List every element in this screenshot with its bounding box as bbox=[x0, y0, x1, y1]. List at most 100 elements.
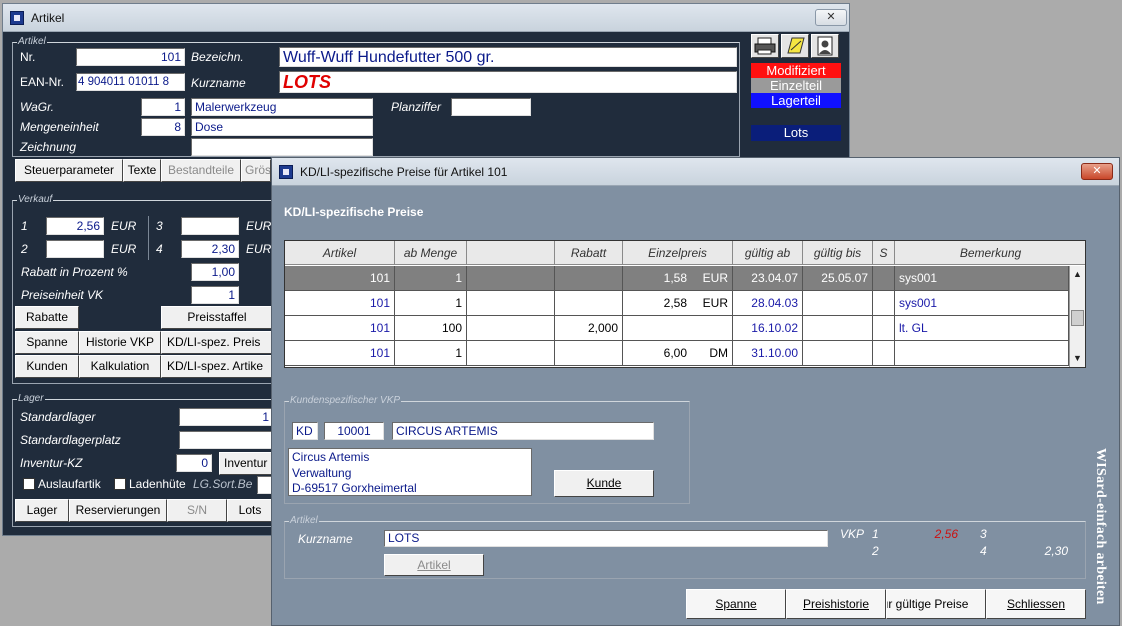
notepad-icon[interactable] bbox=[781, 34, 809, 58]
cell-waehrung[interactable] bbox=[691, 316, 733, 341]
vk1-field[interactable]: 2,56 bbox=[46, 217, 104, 235]
cell-bemerkung[interactable] bbox=[895, 341, 1069, 366]
lager-button[interactable]: Lager bbox=[15, 499, 69, 522]
cell-ab-menge[interactable]: 1 bbox=[395, 341, 467, 366]
standardlagerplatz-field[interactable] bbox=[179, 431, 273, 449]
cell-ab-menge[interactable]: 100 bbox=[395, 316, 467, 341]
cell-artikel[interactable]: 101 bbox=[285, 291, 395, 316]
col-header-rabatt[interactable]: Rabatt bbox=[555, 241, 623, 265]
cell-einzelpreis[interactable]: 2,58 bbox=[623, 291, 691, 316]
scroll-thumb[interactable] bbox=[1071, 310, 1084, 326]
cell-blank[interactable] bbox=[467, 291, 555, 316]
inventur-button[interactable]: Inventur bbox=[219, 452, 273, 475]
kd-type-field[interactable]: KD bbox=[292, 422, 318, 440]
cell-s[interactable] bbox=[873, 291, 895, 316]
cell-gueltig-bis[interactable] bbox=[803, 316, 873, 341]
scroll-up-icon[interactable]: ▲ bbox=[1070, 266, 1085, 282]
historie-vkp-button[interactable]: Historie VKP bbox=[79, 331, 161, 354]
auslaufartikel-checkbox[interactable] bbox=[23, 478, 35, 490]
vk4-field[interactable]: 2,30 bbox=[181, 240, 239, 258]
col-header-s[interactable]: S bbox=[873, 241, 895, 265]
vk3-field[interactable] bbox=[181, 217, 239, 235]
kunden-button-label: Kunden bbox=[26, 359, 68, 373]
cell-gueltig-bis[interactable] bbox=[803, 341, 873, 366]
kd-number-field[interactable]: 10001 bbox=[324, 422, 384, 440]
cell-bemerkung[interactable]: sys001 bbox=[895, 291, 1069, 316]
tab-groesse[interactable]: Grös bbox=[241, 159, 271, 182]
col-header-blank[interactable] bbox=[467, 241, 555, 265]
cell-s[interactable] bbox=[873, 341, 895, 366]
cell-rabatt[interactable] bbox=[555, 341, 623, 366]
mengeneinheit-field[interactable]: 8 bbox=[141, 118, 185, 136]
schliessen-button[interactable]: Schliessen bbox=[986, 589, 1086, 619]
cell-waehrung[interactable]: EUR bbox=[691, 291, 733, 316]
cell-waehrung[interactable]: DM bbox=[691, 341, 733, 366]
ladenhueter-checkbox[interactable] bbox=[114, 478, 126, 490]
reservierungen-button[interactable]: Reservierungen bbox=[69, 499, 167, 522]
cell-rabatt[interactable]: 2,000 bbox=[555, 316, 623, 341]
article-window-titlebar[interactable]: Artikel ✕ bbox=[3, 4, 849, 32]
cell-gueltig-ab[interactable]: 31.10.00 bbox=[733, 341, 803, 366]
cell-s[interactable] bbox=[873, 316, 895, 341]
cell-gueltig-bis[interactable] bbox=[803, 291, 873, 316]
rabatt-field[interactable]: 1,00 bbox=[191, 263, 239, 281]
kurzname-field[interactable]: LOTS bbox=[279, 71, 737, 93]
cell-gueltig-ab[interactable]: 16.10.02 bbox=[733, 316, 803, 341]
cell-rabatt[interactable] bbox=[555, 291, 623, 316]
cell-gueltig-ab[interactable]: 28.04.03 bbox=[733, 291, 803, 316]
kalkulation-button[interactable]: Kalkulation bbox=[79, 355, 161, 378]
scroll-down-icon[interactable]: ▼ bbox=[1070, 350, 1085, 366]
preishistorie-button[interactable]: Preishistorie bbox=[786, 589, 886, 619]
price-dialog-titlebar[interactable]: KD/LI-spezifische Preise für Artikel 101… bbox=[272, 158, 1119, 186]
standardlager-field[interactable]: 1 bbox=[179, 408, 273, 426]
zeichnung-field[interactable] bbox=[191, 138, 373, 156]
portrait-icon[interactable] bbox=[811, 34, 839, 58]
rabatte-button[interactable]: Rabatte bbox=[15, 306, 79, 329]
grid-scrollbar[interactable]: ▲ ▼ bbox=[1069, 266, 1085, 367]
dialog-artikel-button[interactable]: Artikel bbox=[384, 554, 484, 576]
tab-texte-label: Texte bbox=[127, 163, 157, 177]
cell-blank[interactable] bbox=[467, 316, 555, 341]
ean-field[interactable]: 4 904011 01011 8 bbox=[76, 73, 185, 91]
dialog-spanne-button-label: Spanne bbox=[715, 597, 757, 611]
kdli-artikel-button[interactable]: KD/LI-spez. Artike bbox=[161, 355, 273, 378]
cell-blank[interactable] bbox=[467, 341, 555, 366]
dialog-spanne-button[interactable]: Spanne bbox=[686, 589, 786, 619]
tab-bestandteile[interactable]: Bestandteile bbox=[161, 159, 241, 182]
col-header-bemerkung[interactable]: Bemerkung bbox=[895, 241, 1085, 265]
preisstaffel-button[interactable]: Preisstaffel bbox=[161, 306, 273, 329]
tab-texte[interactable]: Texte bbox=[123, 159, 161, 182]
cell-artikel[interactable]: 101 bbox=[285, 341, 395, 366]
spanne-button[interactable]: Spanne bbox=[15, 331, 79, 354]
col-header-artikel[interactable]: Artikel bbox=[285, 241, 395, 265]
cell-ab-menge[interactable]: 1 bbox=[395, 291, 467, 316]
inventur-field[interactable]: 0 bbox=[176, 454, 212, 472]
sn-button-label: S/N bbox=[186, 503, 207, 517]
bezeichnung-field[interactable]: Wuff-Wuff Hundefutter 500 gr. bbox=[279, 47, 737, 67]
printer-icon[interactable] bbox=[751, 34, 779, 58]
nur-gueltige-preise-button[interactable]: nur gültige Preise bbox=[886, 589, 986, 619]
vk3-label: 3 bbox=[156, 219, 163, 233]
cell-einzelpreis[interactable] bbox=[623, 316, 691, 341]
col-header-einzelpreis[interactable]: Einzelpreis bbox=[623, 241, 733, 265]
dialog-kurzname-field[interactable]: LOTS bbox=[384, 530, 828, 547]
cell-bemerkung[interactable]: lt. GL bbox=[895, 316, 1069, 341]
cell-artikel[interactable]: 101 bbox=[285, 316, 395, 341]
col-header-gueltig-bis[interactable]: gültig bis bbox=[803, 241, 873, 265]
kunde-button[interactable]: Kunde bbox=[554, 470, 654, 497]
wagr-field[interactable]: 1 bbox=[141, 98, 185, 116]
col-header-ab-menge[interactable]: ab Menge bbox=[395, 241, 467, 265]
sn-button[interactable]: S/N bbox=[167, 499, 227, 522]
preiseinheit-field[interactable]: 1 bbox=[191, 286, 239, 304]
nr-field[interactable]: 101 bbox=[76, 48, 185, 66]
kunden-button[interactable]: Kunden bbox=[15, 355, 79, 378]
vk2-field[interactable] bbox=[46, 240, 104, 258]
tab-steuerparameter[interactable]: Steuerparameter bbox=[15, 159, 123, 182]
planziffer-field[interactable] bbox=[451, 98, 531, 116]
lots-button[interactable]: Lots bbox=[227, 499, 273, 522]
close-icon[interactable]: ✕ bbox=[815, 9, 847, 26]
close-icon[interactable]: ✕ bbox=[1081, 163, 1113, 180]
col-header-gueltig-ab[interactable]: gültig ab bbox=[733, 241, 803, 265]
cell-einzelpreis[interactable]: 6,00 bbox=[623, 341, 691, 366]
kdli-preis-button[interactable]: KD/LI-spez. Preis bbox=[161, 331, 273, 354]
